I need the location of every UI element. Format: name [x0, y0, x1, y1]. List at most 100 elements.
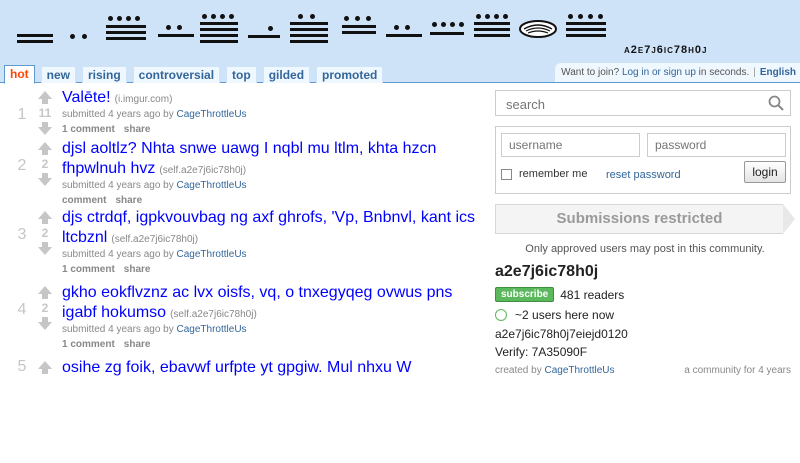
post-domain[interactable]: (self.a2e7j6ic78h0j) [159, 165, 246, 176]
tab-hot[interactable]: hot [4, 65, 35, 84]
entry: gkho eokflvznz ac lvx oisfs, vq, o tnxeg… [62, 283, 482, 353]
tab-gilded[interactable]: gilded [262, 66, 311, 83]
post-buttons: 1 comment share [62, 122, 482, 138]
comments-button[interactable]: 1 comment [62, 339, 115, 350]
share-button[interactable]: share [124, 339, 151, 350]
tab-rising[interactable]: rising [82, 66, 127, 83]
reset-password-link[interactable]: reset password [606, 169, 681, 181]
list-item: 3 2 djs ctrdqf, igpkvouvbag ng axf ghrof… [0, 208, 488, 283]
banner-glyph [200, 14, 238, 43]
join-suffix: in seconds. [695, 67, 750, 78]
vote-column [36, 361, 54, 374]
tagline: submitted 4 years ago by CageThrottleUs [62, 323, 482, 337]
post-title[interactable]: osihe zg foik, ebavwf urfpte yt gpgiw. M… [62, 359, 412, 376]
author-link[interactable]: CageThrottleUs [177, 324, 247, 335]
rank: 5 [17, 358, 27, 375]
banner-glyph [106, 16, 146, 40]
author-link[interactable]: CageThrottleUs [177, 180, 247, 191]
tab-top[interactable]: top [226, 66, 257, 83]
upvote-arrow-icon[interactable] [38, 361, 52, 374]
author-link[interactable]: CageThrottleUs [177, 109, 247, 120]
subscribe-button[interactable]: subscribe [495, 287, 555, 302]
score: 2 [41, 226, 49, 240]
post-domain[interactable]: (i.imgur.com) [115, 94, 173, 105]
comments-button[interactable]: 1 comment [62, 124, 115, 135]
tab-controversial[interactable]: controversial [132, 66, 221, 83]
community-age: a community for 4 years [684, 365, 791, 376]
login-signup-link[interactable]: Log in or sign up [622, 67, 696, 78]
upvote-arrow-icon[interactable] [38, 142, 52, 155]
description-line: a2e7j6ic78h0j7eiejd0120 [495, 327, 628, 341]
language-selector[interactable]: English [760, 67, 796, 78]
list-item: 5 osihe zg foik, ebavwf urfpte yt gpgiw.… [0, 358, 488, 433]
comments-button[interactable]: 1 comment [62, 264, 115, 275]
online-dot-icon [495, 309, 507, 321]
header: a2e7j6ic78h0j hot new rising controversi… [0, 0, 800, 84]
downvote-arrow-icon[interactable] [38, 122, 52, 135]
user-bar: Want to join? Log in or sign up in secon… [555, 63, 800, 82]
banner-glyph [342, 16, 376, 42]
banner-glyph [17, 34, 53, 44]
login-form: remember me reset password login [495, 126, 791, 194]
share-button[interactable]: share [124, 264, 151, 275]
login-button[interactable]: login [744, 161, 786, 183]
downvote-arrow-icon[interactable] [38, 242, 52, 255]
remember-label: remember me [519, 168, 588, 180]
share-button[interactable]: share [124, 124, 151, 135]
author-link[interactable]: CageThrottleUs [177, 249, 247, 260]
post-title[interactable]: gkho eokflvznz ac lvx oisfs, vq, o tnxeg… [62, 284, 452, 321]
upvote-arrow-icon[interactable] [38, 91, 52, 104]
entry: Valēte! (i.imgur.com) submitted 4 years a… [62, 88, 482, 138]
submitted-text: submitted 4 years ago by [62, 249, 177, 260]
remember-me[interactable]: remember me [501, 168, 587, 180]
post-domain[interactable]: (self.a2e7j6ic78h0j) [170, 309, 257, 320]
comments-button[interactable]: comment [62, 195, 106, 206]
banner-glyph [70, 34, 92, 40]
score: 11 [38, 106, 52, 120]
entry: djsl aoltlz? Nhta snwe uawg I nqbl mu lt… [62, 139, 482, 209]
downvote-arrow-icon[interactable] [38, 317, 52, 330]
list-item: 2 2 djsl aoltlz? Nhta snwe uawg I nqbl m… [0, 139, 488, 214]
rank: 1 [17, 106, 27, 123]
vote-column: 2 [36, 142, 54, 186]
tagline: submitted 4 years ago by CageThrottleUs [62, 248, 482, 262]
tab-promoted[interactable]: promoted [316, 66, 384, 83]
score: 2 [41, 157, 49, 171]
post-domain[interactable]: (self.a2e7j6ic78h0j) [111, 234, 198, 245]
sidebar: remember me reset password login Submiss… [495, 90, 800, 376]
subreddit-name[interactable]: a2e7j6ic78h0j [624, 44, 708, 56]
search-box [495, 90, 791, 116]
banner-glyph [158, 25, 194, 41]
creator-link[interactable]: CageThrottleUs [544, 365, 614, 376]
upvote-arrow-icon[interactable] [38, 286, 52, 299]
reader-count: 481 readers [560, 287, 625, 302]
entry: osihe zg foik, ebavwf urfpte yt gpgiw. M… [62, 358, 482, 378]
shell-zero-icon [519, 20, 557, 38]
tagline: submitted 4 years ago by CageThrottleUs [62, 179, 482, 193]
vote-column: 2 [36, 286, 54, 330]
password-field[interactable] [647, 133, 786, 157]
share-button[interactable]: share [115, 195, 142, 206]
sort-tabs: hot new rising controversial top gilded … [4, 63, 384, 84]
vote-column: 2 [36, 211, 54, 255]
subscribe-row: subscribe 481 readers [495, 287, 800, 302]
remember-checkbox[interactable] [501, 168, 512, 180]
upvote-arrow-icon[interactable] [38, 211, 52, 224]
list-item: 4 2 gkho eokflvznz ac lvx oisfs, vq, o t… [0, 283, 488, 358]
created-by-text: created by [495, 365, 545, 376]
post-title[interactable]: Valēte! [62, 89, 111, 106]
users-online: ~2 users here now [495, 308, 800, 322]
tagline: submitted 4 years ago by CageThrottleUs [62, 108, 482, 122]
tab-new[interactable]: new [40, 66, 76, 83]
search-icon[interactable] [768, 95, 784, 111]
post-title[interactable]: djsl aoltlz? Nhta snwe uawg I nqbl mu lt… [62, 140, 436, 177]
restricted-title: Submissions restricted [495, 204, 783, 234]
restricted-note: Only approved users may post in this com… [525, 243, 765, 255]
sidebar-subreddit-title[interactable]: a2e7j6ic78h0j [495, 263, 800, 281]
downvote-arrow-icon[interactable] [38, 173, 52, 186]
username-field[interactable] [501, 133, 640, 157]
post-buttons: 1 comment share [62, 337, 482, 353]
search-input[interactable] [504, 92, 758, 116]
post-buttons: comment share [62, 193, 482, 209]
banner-glyph [386, 25, 422, 41]
